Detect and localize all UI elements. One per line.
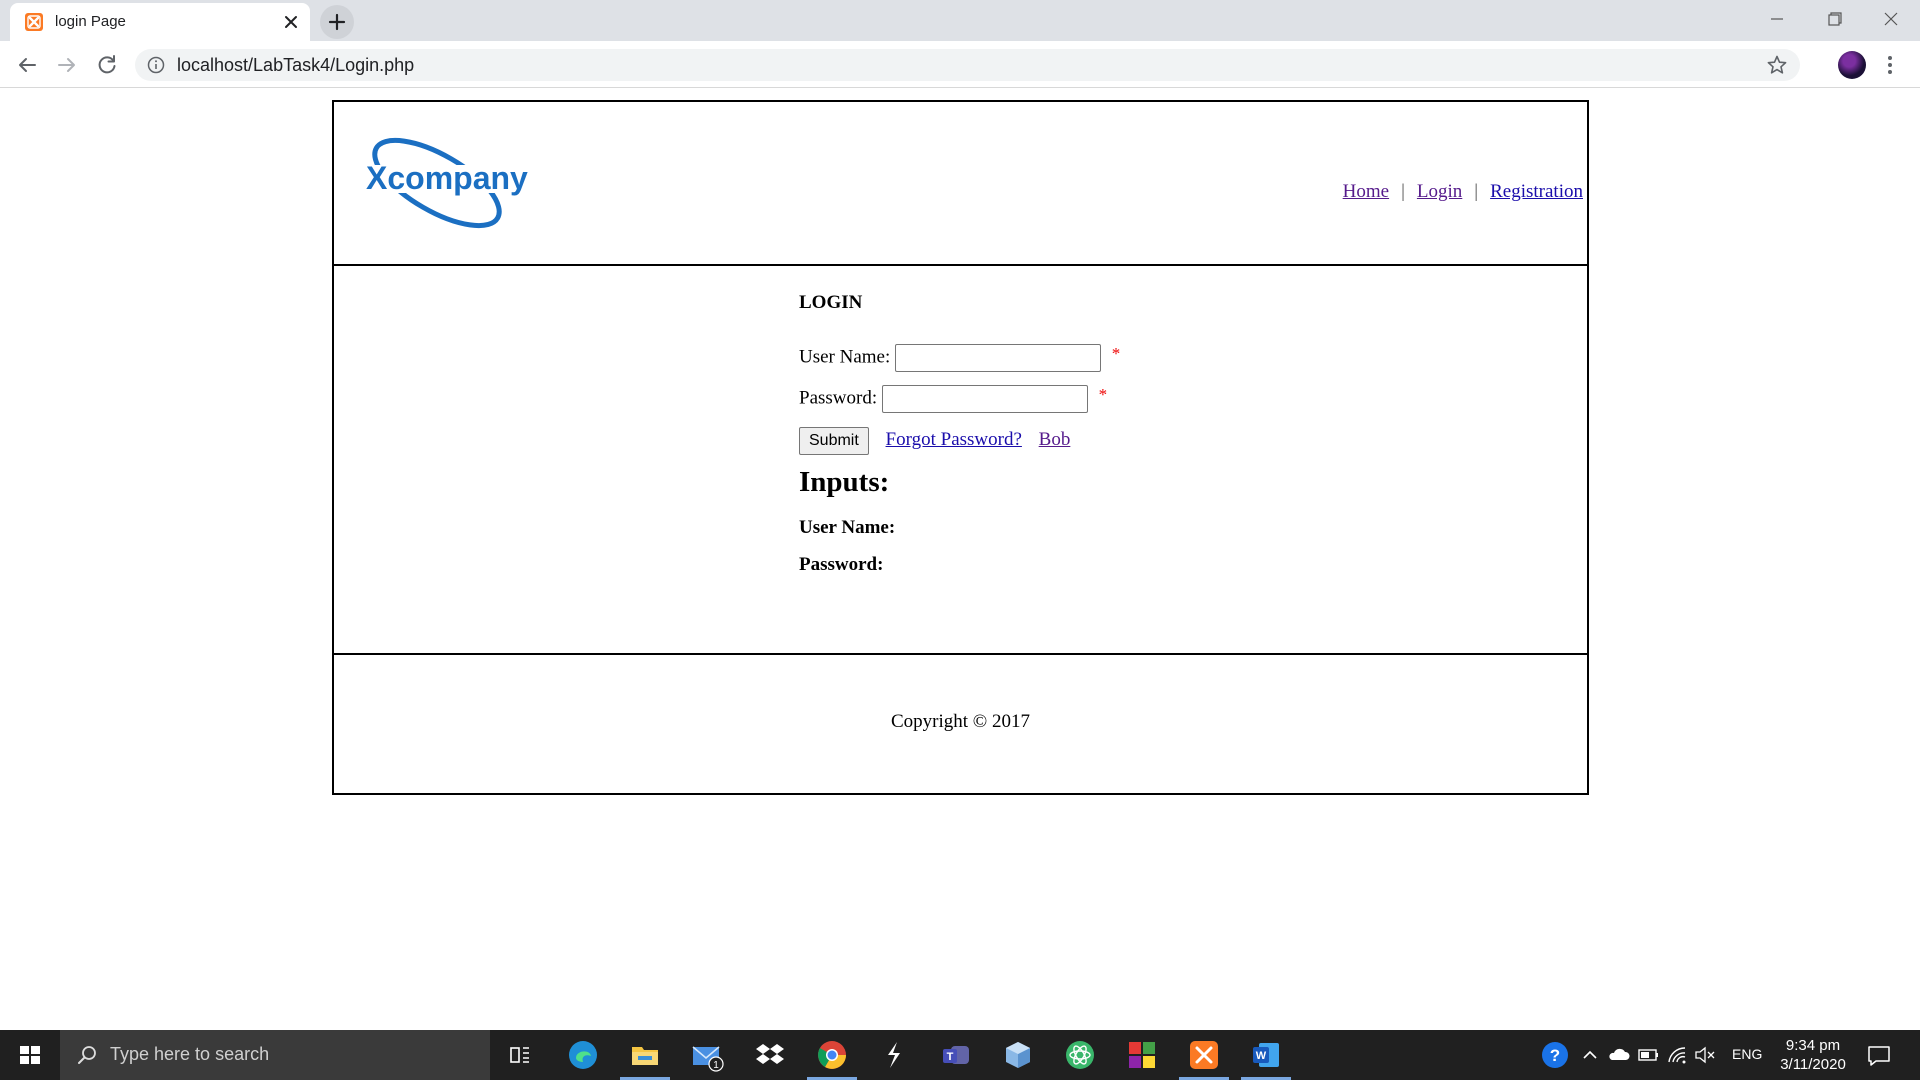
language-indicator[interactable]: ENG <box>1732 1046 1762 1080</box>
site-footer: Copyright © 2017 <box>334 655 1587 793</box>
web-page: Xcompany Home | Login | Registration LOGIN U… <box>0 89 1920 1030</box>
tab-title: login Page <box>55 13 126 30</box>
volume-muted-icon[interactable] <box>1693 1038 1717 1072</box>
search-placeholder: Type here to search <box>110 1044 270 1064</box>
new-tab-button[interactable] <box>320 5 354 39</box>
logo-text: Xcompany <box>366 160 528 196</box>
nav-login-link[interactable]: Login <box>1417 181 1462 202</box>
close-tab-icon[interactable] <box>280 11 302 33</box>
battery-icon[interactable] <box>1637 1038 1661 1072</box>
bob-link[interactable]: Bob <box>1039 429 1071 450</box>
profile-avatar[interactable] <box>1838 51 1866 79</box>
nav-separator: | <box>1474 181 1479 202</box>
site-info-icon[interactable] <box>147 56 165 74</box>
close-window-icon[interactable] <box>1871 6 1911 32</box>
xampp-icon[interactable] <box>1187 1038 1221 1072</box>
username-required-marker: * <box>1111 344 1121 363</box>
xcompany-logo[interactable]: Xcompany <box>362 135 568 231</box>
nav-separator: | <box>1401 181 1405 202</box>
word-icon[interactable]: W <box>1249 1038 1283 1072</box>
windows-taskbar: Type here to search 1 T W ? ENG 9:34 pm … <box>0 1030 1920 1080</box>
copyright-text: Copyright © 2017 <box>891 711 1030 732</box>
bookmark-star-icon[interactable] <box>1766 54 1788 76</box>
top-navigation: Home | Login | Registration <box>1343 181 1583 203</box>
svg-text:?: ? <box>1550 1046 1560 1065</box>
address-bar[interactable]: localhost/LabTask4/Login.php <box>135 49 1800 81</box>
browser-menu-icon[interactable] <box>1884 53 1896 77</box>
task-view-icon[interactable] <box>503 1038 537 1072</box>
password-row: Password: * <box>799 385 1107 413</box>
username-label: User Name: <box>799 346 891 368</box>
wifi-icon[interactable] <box>1665 1038 1689 1072</box>
chevron-up-icon[interactable] <box>1580 1038 1600 1072</box>
file-explorer-icon[interactable] <box>628 1038 662 1072</box>
svg-text:W: W <box>1256 1050 1267 1062</box>
form-actions-row: Submit Forgot Password? Bob <box>799 427 1070 455</box>
3d-cube-app-icon[interactable] <box>1001 1038 1035 1072</box>
windows-start-icon[interactable] <box>0 1030 60 1080</box>
inputs-username-label: User Name: <box>799 517 896 538</box>
svg-text:T: T <box>947 1051 954 1063</box>
url-text: localhost/LabTask4/Login.php <box>177 55 415 75</box>
xampp-favicon-icon <box>25 13 43 31</box>
password-required-marker: * <box>1098 385 1108 404</box>
forgot-password-link[interactable]: Forgot Password? <box>886 429 1022 450</box>
inputs-password-label: Password: <box>799 554 884 575</box>
dropbox-icon[interactable] <box>753 1038 787 1072</box>
site-header: Xcompany Home | Login | Registration <box>334 102 1587 266</box>
submit-button[interactable]: Submit <box>799 427 869 455</box>
clock-date: 3/11/2020 <box>1780 1056 1846 1073</box>
chrome-icon[interactable] <box>815 1038 849 1072</box>
nav-home-link[interactable]: Home <box>1343 181 1389 202</box>
taskbar-search-box[interactable]: Type here to search <box>60 1030 490 1080</box>
page-frame: Xcompany Home | Login | Registration LOGIN U… <box>332 100 1589 795</box>
nav-registration-link[interactable]: Registration <box>1490 181 1583 202</box>
onedrive-cloud-icon[interactable] <box>1607 1038 1631 1072</box>
password-label: Password: <box>799 387 878 409</box>
search-icon <box>78 1046 96 1064</box>
colorful-grid-app-icon[interactable] <box>1125 1038 1159 1072</box>
mail-badge-count: 1 <box>713 1060 719 1071</box>
reload-icon[interactable] <box>92 50 122 80</box>
username-row: User Name: * <box>799 344 1120 372</box>
username-input[interactable] <box>895 344 1102 372</box>
inputs-heading: Inputs: <box>799 466 890 498</box>
teams-icon[interactable]: T <box>939 1038 973 1072</box>
restore-window-icon[interactable] <box>1814 6 1854 32</box>
back-arrow-icon[interactable] <box>12 50 42 80</box>
minimize-window-icon[interactable] <box>1757 6 1797 32</box>
forward-arrow-icon[interactable] <box>52 50 82 80</box>
help-icon[interactable]: ? <box>1538 1038 1572 1072</box>
login-heading: LOGIN <box>799 292 863 313</box>
atom-app-icon[interactable] <box>1063 1038 1097 1072</box>
browser-tab-strip: login Page <box>0 0 1920 41</box>
mail-icon[interactable]: 1 <box>690 1038 724 1072</box>
edge-browser-icon[interactable] <box>566 1038 600 1072</box>
password-input[interactable] <box>881 385 1088 413</box>
browser-toolbar: localhost/LabTask4/Login.php <box>0 41 1920 88</box>
login-section: LOGIN User Name: * Password: * Submit Fo… <box>334 266 1587 655</box>
system-clock[interactable]: 9:34 pm 3/11/2020 <box>1768 1036 1858 1074</box>
notification-center-icon[interactable] <box>1862 1038 1896 1072</box>
browser-tab[interactable]: login Page <box>10 3 310 41</box>
clock-time: 9:34 pm <box>1785 1037 1841 1054</box>
sublime-text-icon[interactable] <box>877 1038 911 1072</box>
